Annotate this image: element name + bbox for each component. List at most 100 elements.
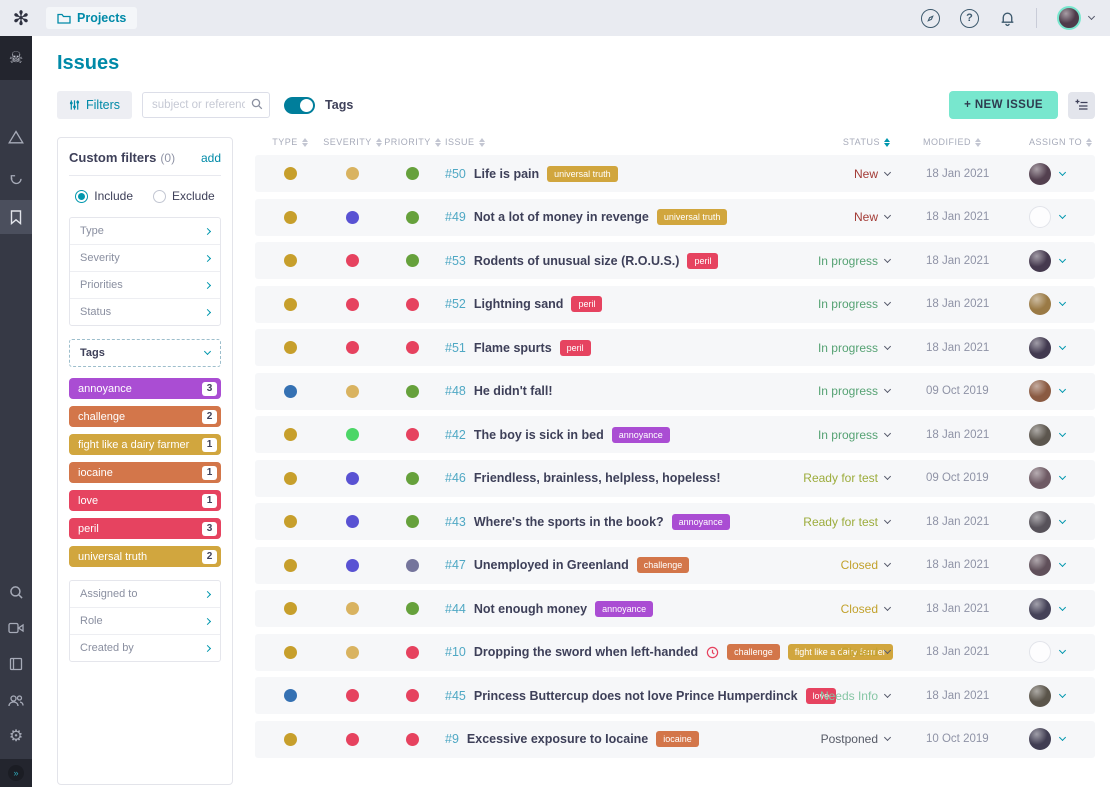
avatar[interactable]: [1029, 511, 1051, 533]
status-dropdown[interactable]: In progress: [790, 341, 890, 355]
tag-filter-love[interactable]: love1: [69, 490, 221, 511]
header-assign-to[interactable]: ASSIGN TO: [1015, 137, 1095, 147]
status-dropdown[interactable]: Closed: [790, 645, 890, 659]
severity-dot[interactable]: [346, 689, 359, 702]
severity-dot[interactable]: [346, 211, 359, 224]
settings-gear-icon[interactable]: ⚙: [0, 719, 32, 753]
type-dot[interactable]: [284, 515, 297, 528]
issue-title[interactable]: Life is pain: [474, 167, 539, 181]
avatar[interactable]: [1029, 163, 1051, 185]
severity-dot[interactable]: [346, 254, 359, 267]
expand-icon[interactable]: »: [8, 765, 24, 781]
severity-dot[interactable]: [346, 167, 359, 180]
tag-filter-universal-truth[interactable]: universal truth2: [69, 546, 221, 567]
avatar[interactable]: [1029, 598, 1051, 620]
user-menu[interactable]: [1057, 6, 1094, 30]
severity-dot[interactable]: [346, 341, 359, 354]
issue-ref[interactable]: #10: [445, 645, 466, 659]
filter-category-assigned-to[interactable]: Assigned to: [70, 581, 220, 607]
priority-dot[interactable]: [406, 385, 419, 398]
severity-dot[interactable]: [346, 602, 359, 615]
bulk-add-button[interactable]: [1068, 92, 1095, 119]
assign-to-dropdown[interactable]: [1015, 728, 1095, 750]
issue-title[interactable]: Friendless, brainless, helpless, hopeles…: [474, 471, 721, 485]
tag-filter-iocaine[interactable]: iocaine1: [69, 462, 221, 483]
type-dot[interactable]: [284, 559, 297, 572]
new-issue-button[interactable]: + NEW ISSUE: [949, 91, 1058, 119]
tags-toggle[interactable]: [284, 97, 315, 114]
issue-ref[interactable]: #51: [445, 341, 466, 355]
severity-dot[interactable]: [346, 472, 359, 485]
type-dot[interactable]: [284, 646, 297, 659]
backlog-refresh-icon[interactable]: [0, 160, 32, 194]
compass-icon[interactable]: [921, 9, 940, 28]
avatar[interactable]: [1029, 554, 1051, 576]
tag-filter-peril[interactable]: peril3: [69, 518, 221, 539]
type-dot[interactable]: [284, 385, 297, 398]
issue-ref[interactable]: #53: [445, 254, 466, 268]
avatar[interactable]: [1029, 250, 1051, 272]
severity-dot[interactable]: [346, 298, 359, 311]
wiki-book-icon[interactable]: [0, 647, 32, 681]
issue-ref[interactable]: #50: [445, 167, 466, 181]
include-radio[interactable]: Include: [75, 189, 133, 203]
epics-triangle-icon[interactable]: [0, 120, 32, 154]
tag-filter-challenge[interactable]: challenge2: [69, 406, 221, 427]
filter-category-tags[interactable]: Tags: [69, 339, 221, 367]
type-dot[interactable]: [284, 211, 297, 224]
filter-category-priorities[interactable]: Priorities: [70, 271, 220, 298]
issue-title[interactable]: Unemployed in Greenland: [474, 558, 629, 572]
filter-category-type[interactable]: Type: [70, 218, 220, 244]
breadcrumb[interactable]: Projects: [46, 7, 137, 29]
add-filter-link[interactable]: add: [201, 151, 221, 165]
priority-dot[interactable]: [406, 515, 419, 528]
priority-dot[interactable]: [406, 211, 419, 224]
assign-to-dropdown[interactable]: [1015, 641, 1095, 663]
tag-filter-fight-like-a-dairy-farmer[interactable]: fight like a dairy farmer1: [69, 434, 221, 455]
type-dot[interactable]: [284, 733, 297, 746]
severity-dot[interactable]: [346, 428, 359, 441]
assign-to-dropdown[interactable]: [1015, 685, 1095, 707]
priority-dot[interactable]: [406, 559, 419, 572]
issue-ref[interactable]: #52: [445, 297, 466, 311]
header-severity[interactable]: SEVERITY: [323, 137, 382, 147]
issue-ref[interactable]: #49: [445, 210, 466, 224]
team-people-icon[interactable]: [0, 683, 32, 717]
avatar[interactable]: [1029, 467, 1051, 489]
avatar[interactable]: [1029, 293, 1051, 315]
issue-title[interactable]: Where's the sports in the book?: [474, 515, 664, 529]
status-dropdown[interactable]: Ready for test: [790, 515, 890, 529]
status-dropdown[interactable]: In progress: [790, 384, 890, 398]
priority-dot[interactable]: [406, 646, 419, 659]
assign-to-dropdown[interactable]: [1015, 424, 1095, 446]
type-dot[interactable]: [284, 689, 297, 702]
status-dropdown[interactable]: Closed: [790, 558, 890, 572]
assign-to-dropdown[interactable]: [1015, 380, 1095, 402]
issue-title[interactable]: Dropping the sword when left-handed: [474, 645, 698, 659]
app-logo-icon[interactable]: ✻: [8, 5, 34, 31]
meetings-video-icon[interactable]: [0, 611, 32, 645]
avatar[interactable]: [1029, 728, 1051, 750]
issue-title[interactable]: He didn't fall!: [474, 384, 553, 398]
type-dot[interactable]: [284, 167, 297, 180]
tag-filter-annoyance[interactable]: annoyance3: [69, 378, 221, 399]
issue-ref[interactable]: #47: [445, 558, 466, 572]
header-priority[interactable]: PRIORITY: [384, 137, 441, 147]
filter-category-role[interactable]: Role: [70, 607, 220, 634]
avatar[interactable]: [1029, 206, 1051, 228]
exclude-radio[interactable]: Exclude: [153, 189, 215, 203]
severity-dot[interactable]: [346, 646, 359, 659]
header-issue[interactable]: ISSUE: [445, 137, 790, 147]
project-logo-skull-icon[interactable]: ☠: [0, 36, 32, 80]
assign-to-dropdown[interactable]: [1015, 511, 1095, 533]
issue-title[interactable]: Rodents of unusual size (R.O.U.S.): [474, 254, 680, 268]
assign-to-dropdown[interactable]: [1015, 250, 1095, 272]
issue-ref[interactable]: #48: [445, 384, 466, 398]
assign-to-dropdown[interactable]: [1015, 163, 1095, 185]
assign-to-dropdown[interactable]: [1015, 206, 1095, 228]
type-dot[interactable]: [284, 341, 297, 354]
status-dropdown[interactable]: Postponed: [790, 732, 890, 746]
status-dropdown[interactable]: In progress: [790, 428, 890, 442]
issue-ref[interactable]: #9: [445, 732, 459, 746]
status-dropdown[interactable]: In progress: [790, 254, 890, 268]
